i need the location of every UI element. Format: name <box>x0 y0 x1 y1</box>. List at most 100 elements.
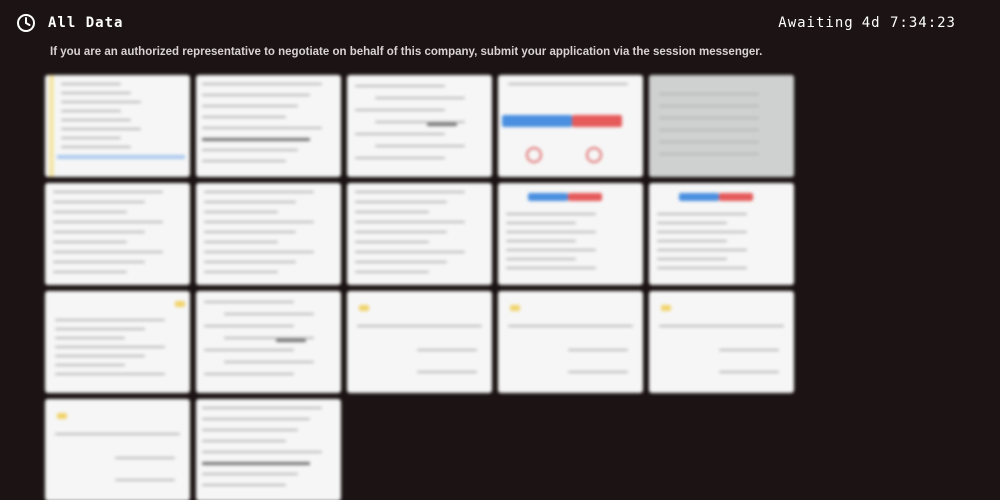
blurred-text-line <box>355 271 429 273</box>
blurred-text-line <box>659 129 759 131</box>
stamp-mark <box>510 305 520 311</box>
blurred-text-line <box>202 473 298 475</box>
blurred-text-line <box>202 160 286 162</box>
blurred-text-line <box>53 201 145 203</box>
stamp-mark <box>661 305 671 311</box>
document-thumbnail[interactable] <box>498 183 643 285</box>
blurred-text-line <box>202 407 322 409</box>
blurred-text-line <box>357 325 482 327</box>
blurred-text-line <box>506 222 576 224</box>
header: All Data Awaiting 4d 7:34:23 <box>16 12 956 34</box>
logo-red <box>568 193 602 201</box>
title-group: All Data <box>16 13 123 33</box>
blurred-text-line <box>55 433 180 435</box>
blurred-text-line <box>355 191 465 193</box>
blurred-text-line <box>204 301 294 303</box>
blurred-text-line <box>355 221 465 223</box>
blurred-text-line <box>204 241 278 243</box>
logo-red <box>719 193 753 201</box>
blurred-text-line <box>61 119 131 121</box>
blurred-text-line <box>53 191 163 193</box>
document-thumbnail[interactable] <box>196 291 341 393</box>
document-thumbnail[interactable] <box>649 75 794 177</box>
stamp-mark <box>57 413 67 419</box>
document-thumbnail[interactable] <box>45 75 190 177</box>
countdown-timer: Awaiting 4d 7:34:23 <box>778 15 956 31</box>
blurred-text-line <box>53 231 145 233</box>
document-thumbnail[interactable] <box>196 75 341 177</box>
sidebar-strip <box>49 75 54 177</box>
blurred-text-line <box>276 339 306 342</box>
logo-blue <box>679 193 719 201</box>
blurred-text-line <box>506 258 576 260</box>
blurred-text-line <box>355 261 447 263</box>
document-thumbnail[interactable] <box>45 291 190 393</box>
stamp-mark <box>359 305 369 311</box>
blurred-text-line <box>55 337 125 339</box>
blurred-text-line <box>55 319 165 321</box>
blurred-text-line <box>355 157 445 159</box>
document-thumbnail[interactable] <box>649 183 794 285</box>
blurred-text-line <box>657 213 747 215</box>
document-thumbnail[interactable] <box>347 75 492 177</box>
red-circle <box>526 147 542 163</box>
document-thumbnail[interactable] <box>347 183 492 285</box>
document-thumbnail[interactable] <box>498 291 643 393</box>
document-thumbnail[interactable] <box>45 399 190 500</box>
blurred-text-line <box>202 484 286 486</box>
blurred-text-line <box>53 251 163 253</box>
blurred-text-line <box>657 231 747 233</box>
stamp-mark <box>175 301 185 307</box>
blurred-text-line <box>719 349 779 351</box>
page-title: All Data <box>48 15 124 31</box>
blurred-text-line <box>355 133 445 135</box>
blurred-text-line <box>427 123 457 126</box>
blurred-text-line <box>417 349 477 351</box>
blurred-text-line <box>659 325 784 327</box>
blurred-text-line <box>61 128 141 130</box>
document-grid <box>45 75 800 500</box>
blurred-text-line <box>202 83 322 85</box>
blurred-text-line <box>355 85 445 87</box>
blurred-text-line <box>224 361 314 363</box>
blurred-text-line <box>55 364 125 366</box>
blurred-text-line <box>506 231 596 233</box>
blurred-text-line <box>204 271 278 273</box>
blurred-text-line <box>204 231 296 233</box>
blurred-text-line <box>506 240 576 242</box>
page: All Data Awaiting 4d 7:34:23 If you are … <box>0 0 1000 500</box>
blurred-text-line <box>61 137 121 139</box>
blurred-text-line <box>204 373 294 375</box>
blurred-text-line <box>202 440 286 442</box>
highlight-bar <box>57 155 185 159</box>
document-thumbnail[interactable] <box>45 183 190 285</box>
blurred-text-line <box>202 451 322 453</box>
blurred-text-line <box>55 328 145 330</box>
blurred-text-line <box>508 325 633 327</box>
blurred-text-line <box>355 109 445 111</box>
blurred-text-line <box>55 373 165 375</box>
blurred-text-line <box>508 83 628 85</box>
document-thumbnail[interactable] <box>649 291 794 393</box>
document-thumbnail[interactable] <box>196 183 341 285</box>
blurred-text-line <box>204 349 294 351</box>
blurred-text-line <box>202 94 310 96</box>
blurred-text-line <box>53 271 127 273</box>
blurred-text-line <box>355 201 447 203</box>
document-thumbnail[interactable] <box>347 291 492 393</box>
blurred-text-line <box>115 479 175 481</box>
blurred-text-line <box>417 371 477 373</box>
blurred-text-line <box>506 267 596 269</box>
blurred-text-line <box>53 211 127 213</box>
blurred-text-line <box>204 201 296 203</box>
blurred-text-line <box>659 117 759 119</box>
document-thumbnail[interactable] <box>498 75 643 177</box>
blurred-text-line <box>202 149 298 151</box>
status-label: Awaiting <box>778 15 854 31</box>
document-thumbnail[interactable] <box>196 399 341 500</box>
blurred-text-line <box>204 325 294 327</box>
logo-red <box>572 115 622 127</box>
blurred-text-line <box>568 349 628 351</box>
blurred-text-line <box>659 105 759 107</box>
blurred-text-line <box>53 221 163 223</box>
